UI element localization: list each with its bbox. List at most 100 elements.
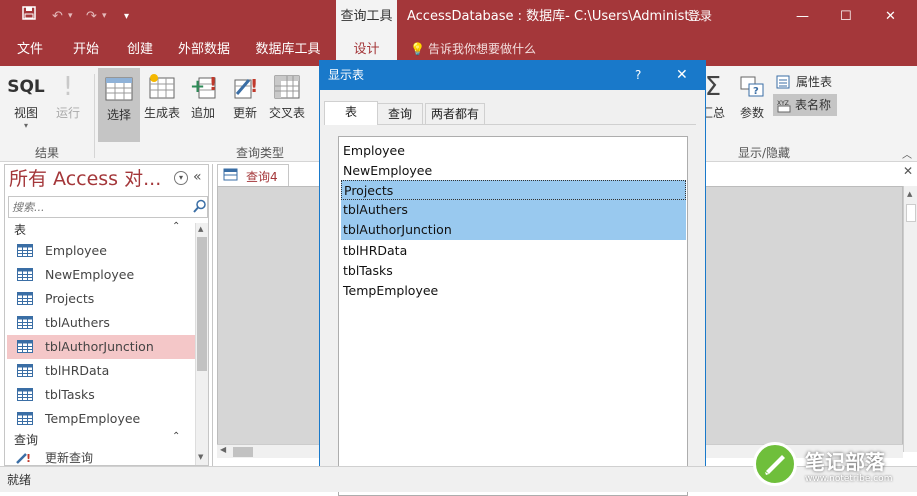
select-query-icon [98,72,140,106]
dialog-list-item[interactable]: NewEmployee [341,161,686,181]
nav-query-item[interactable]: ! 更新查询 [7,449,195,467]
property-sheet-button[interactable]: 属性表 [776,72,832,92]
nav-table-label: TempEmployee [45,411,141,426]
select-query-button[interactable]: 选择 [98,68,140,142]
dialog-list-item-selected[interactable]: Projects [341,180,686,200]
scroll-left-icon[interactable]: ◀ [220,445,226,454]
table-names-button[interactable]: XYZ 表名称 [773,94,837,116]
collapse-nav-icon[interactable]: « [193,169,202,185]
dialog-tab-tables[interactable]: 表 [324,101,378,125]
property-sheet-icon [776,75,790,95]
append-label: 追加 [190,106,215,120]
svg-text:?: ? [753,86,759,97]
table-icon [17,268,33,281]
nav-table-item[interactable]: NewEmployee [7,263,195,287]
tab-query4[interactable]: 查询4 [217,164,289,186]
scroll-thumb[interactable] [197,237,207,371]
dialog-tab-queries[interactable]: 查询 [377,103,423,125]
window-title: AccessDatabase : 数据库- C:\Users\Administ.… [407,9,702,24]
dialog-list-item[interactable]: tblTasks [341,261,686,281]
undo-dropdown-icon[interactable]: ▾ [68,0,73,33]
dialog-list-item[interactable]: TempEmployee [341,281,686,301]
save-icon[interactable] [22,0,36,33]
dialog-list-item-selected[interactable]: tblAuthorJunction [341,220,686,240]
section-tables-label[interactable]: 表 [14,221,26,238]
status-text: 就绪 [7,473,32,487]
navigation-pane: 所有 Access 对... ▾ « 表 ⌃ Employee NewEmplo… [4,164,209,466]
dialog-list-item[interactable]: tblHRData [341,241,686,261]
svg-text:+: + [190,76,205,97]
show-table-dialog: 显示表 ? ✕ 表 查询 两者都有 Employee NewEmployee P… [319,60,706,496]
tab-create[interactable]: 创建 [118,33,162,66]
nav-table-label: Employee [45,243,107,258]
select-query-label: 选择 [106,108,131,122]
update-button[interactable]: ! 更新 [226,70,264,121]
nav-table-label: tblHRData [45,363,110,378]
table-icon [17,364,33,377]
tab-home[interactable]: 开始 [64,33,108,66]
v-scroll-up-icon[interactable]: ▲ [907,190,912,198]
nav-search-input[interactable] [12,199,182,215]
nav-table-label: NewEmployee [45,267,135,282]
parameters-icon: ? [734,70,770,104]
collapse-ribbon-icon[interactable]: ︿ [902,146,912,161]
crosstab-icon [266,70,308,104]
view-button-label: 视图 [13,106,38,120]
nav-header[interactable]: 所有 Access 对... [9,165,161,193]
crosstab-label: 交叉表 [268,106,305,120]
dialog-help-button[interactable]: ? [635,61,641,90]
tab-external-data[interactable]: 外部数据 [172,33,236,66]
doc-close-icon[interactable]: ✕ [903,164,913,178]
vertical-scrollbar[interactable]: ▲ [903,186,917,452]
nav-table-item[interactable]: tblAuthers [7,311,195,335]
group-results-label: 结果 [35,146,60,160]
append-button[interactable]: +! 追加 [186,70,220,121]
minimize-button[interactable]: — [796,0,809,33]
nav-menu-icon[interactable]: ▾ [174,171,188,185]
login-link[interactable]: 登录 [688,0,712,33]
svg-text:!: ! [250,76,258,97]
nav-table-item-highlighted[interactable]: tblAuthorJunction [7,335,195,359]
watermark-url: www.notetribe.com [805,474,893,484]
dialog-list-item[interactable]: Employee [341,141,686,161]
view-button[interactable]: SQL 视图 ▾ [4,70,48,130]
parameters-button[interactable]: ? 参数 [734,70,770,121]
run-button[interactable]: ! 运行 [50,70,86,121]
scroll-down-icon[interactable]: ▼ [198,453,203,461]
nav-search-box[interactable] [8,196,208,218]
tab-database-tools[interactable]: 数据库工具 [250,33,326,66]
update-label: 更新 [232,106,257,120]
crosstab-button[interactable]: 交叉表 [266,70,308,121]
maximize-button[interactable]: ☐ [840,0,852,33]
dialog-table-list[interactable]: Employee NewEmployee Projects tblAuthers… [338,136,688,496]
scroll-up-icon[interactable]: ▲ [198,225,203,233]
nav-table-item[interactable]: Projects [7,287,195,311]
collapse-tables-icon[interactable]: ⌃ [172,221,180,232]
customize-qat-icon[interactable]: ▾ [124,0,129,33]
dialog-tab-both[interactable]: 两者都有 [425,103,485,125]
nav-table-item[interactable]: Employee [7,239,195,263]
nav-table-item[interactable]: tblHRData [7,359,195,383]
svg-text:!: ! [26,452,31,465]
undo-icon[interactable]: ↶ [52,0,63,33]
watermark: 笔记部落 www.notetribe.com [745,440,917,492]
nav-scrollbar[interactable]: ▲ ▼ [195,223,208,465]
close-button[interactable]: ✕ [885,0,896,33]
svg-text:!: ! [209,74,217,95]
section-queries-label[interactable]: 查询 [14,431,38,448]
nav-table-item[interactable]: TempEmployee [7,407,195,431]
dialog-close-button[interactable]: ✕ [676,61,688,90]
table-names-label: 表名称 [795,98,832,112]
exclamation-icon: ! [62,72,74,102]
redo-dropdown-icon[interactable]: ▾ [102,0,107,33]
redo-icon[interactable]: ↷ [86,0,97,33]
title-bar: ↶ ▾ ↷ ▾ ▾ 查询工具 AccessDatabase : 数据库- C:\… [0,0,917,33]
h-scroll-thumb[interactable] [233,447,253,457]
v-scroll-thumb[interactable] [906,204,916,222]
dialog-list-item-selected[interactable]: tblAuthers [341,200,686,220]
make-table-button[interactable]: 生成表 [142,70,182,121]
tab-file[interactable]: 文件 [8,33,52,66]
collapse-queries-icon[interactable]: ⌃ [172,431,180,442]
nav-table-item[interactable]: tblTasks [7,383,195,407]
search-icon[interactable] [193,199,207,216]
